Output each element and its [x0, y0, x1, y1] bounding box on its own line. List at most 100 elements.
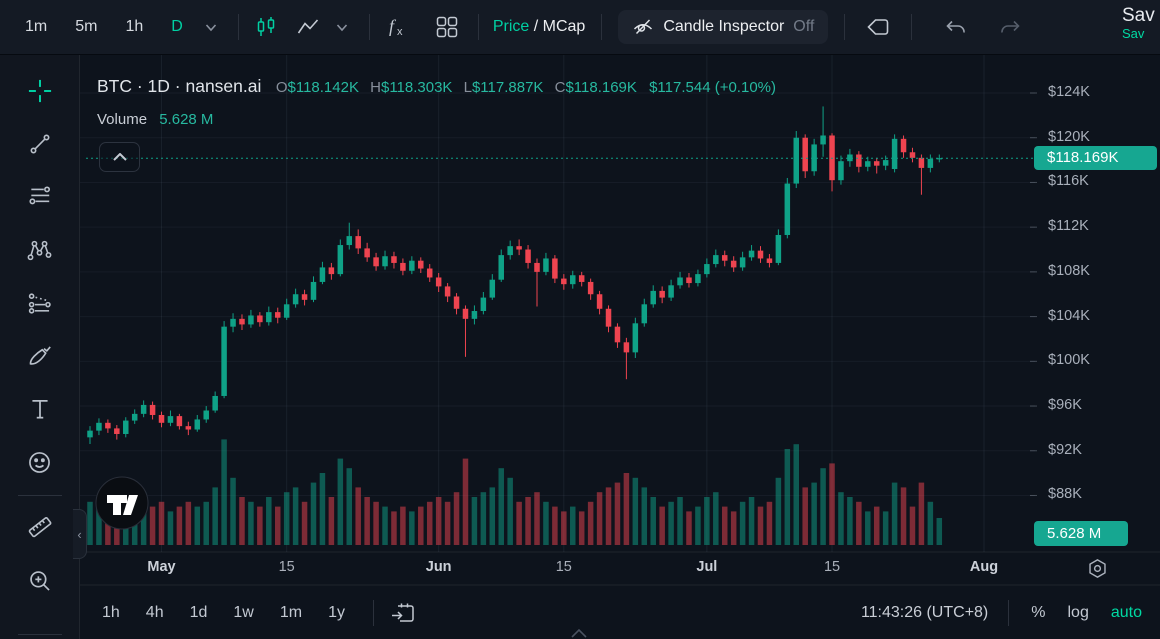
- candlestick-chart-type-icon[interactable]: [249, 10, 283, 44]
- candle-inspector-toggle[interactable]: Candle Inspector Off: [618, 10, 828, 44]
- toolbar-divider: [373, 600, 374, 626]
- volume-bar: [579, 511, 585, 545]
- volume-bar: [516, 502, 522, 545]
- volume-bar: [382, 507, 388, 545]
- interval-button-1h[interactable]: 1h: [114, 14, 154, 40]
- interval-button-5m[interactable]: 5m: [64, 14, 108, 40]
- chart-legend[interactable]: BTC · 1D · nansen.ai O$118.142K H$118.30…: [97, 76, 776, 97]
- volume-bar: [436, 497, 442, 545]
- candle-body: [874, 161, 880, 165]
- candle-body: [123, 421, 129, 434]
- range-button-1h[interactable]: 1h: [92, 600, 130, 626]
- volume-bar: [177, 507, 183, 545]
- candle-body: [695, 274, 701, 283]
- layout-grid-icon[interactable]: [430, 10, 464, 44]
- candle-body: [382, 256, 388, 266]
- candle-body: [481, 298, 487, 311]
- volume-bar: [364, 497, 370, 545]
- interval-group: 1m5m1hD: [8, 14, 194, 40]
- emoji-tool-icon[interactable]: [18, 440, 62, 484]
- sidebar-divider: [18, 634, 62, 635]
- candle-body: [820, 135, 826, 144]
- undo-icon[interactable]: [938, 10, 972, 44]
- crosshair-tool-icon[interactable]: [18, 69, 62, 113]
- projection-tool-icon[interactable]: [18, 281, 62, 325]
- volume-bar: [847, 497, 853, 545]
- interval-button-D[interactable]: D: [160, 14, 194, 40]
- volume-bar: [901, 487, 907, 545]
- indicators-fx-icon[interactable]: f x: [380, 10, 414, 44]
- volume-legend: Volume 5.628 M: [97, 111, 213, 128]
- sidebar-collapse-handle[interactable]: ‹: [73, 509, 87, 559]
- range-button-1y[interactable]: 1y: [318, 600, 355, 626]
- clock[interactable]: 11:43:26 (UTC+8): [861, 604, 988, 622]
- line-chart-type-icon[interactable]: [291, 10, 325, 44]
- tradingview-logo[interactable]: [95, 476, 149, 530]
- volume-bar: [659, 507, 665, 545]
- text-tool-icon[interactable]: [18, 387, 62, 431]
- candle-body: [454, 296, 460, 308]
- symbol-title[interactable]: BTC · 1D · nansen.ai: [97, 76, 261, 96]
- volume-bar: [498, 468, 504, 545]
- volume-bar: [195, 507, 201, 545]
- ruler-tool-icon[interactable]: [18, 505, 62, 549]
- candle-body: [588, 282, 594, 294]
- xabcd-pattern-tool-icon[interactable]: [18, 228, 62, 272]
- save-button[interactable]: Sav Sav: [1122, 5, 1160, 42]
- chart-type-chevron-down-icon[interactable]: [325, 10, 359, 44]
- interval-chevron-down-icon[interactable]: [194, 10, 228, 44]
- candle-body: [883, 160, 889, 166]
- candle-body: [498, 255, 504, 280]
- price-toggle-label[interactable]: Price: [493, 18, 529, 35]
- date-range-group: 1h4h1d1w 1m1y: [92, 600, 361, 626]
- candle-body: [159, 415, 165, 423]
- go-to-date-calendar-icon[interactable]: [386, 596, 420, 630]
- trend-line-tool-icon[interactable]: [18, 122, 62, 166]
- candle-body: [221, 327, 227, 396]
- candle-body: [275, 312, 281, 318]
- fib-retracement-tool-icon[interactable]: [18, 175, 62, 219]
- mcap-toggle-label[interactable]: MCap: [543, 18, 586, 35]
- price-axis-label: $100K: [1048, 352, 1090, 368]
- save-button-label[interactable]: Sav: [1122, 5, 1160, 27]
- candle-body: [391, 256, 397, 263]
- volume-bar: [802, 487, 808, 545]
- volume-bar: [650, 497, 656, 545]
- redo-icon[interactable]: [994, 10, 1028, 44]
- interval-button-1m[interactable]: 1m: [14, 14, 58, 40]
- volume-bar: [776, 478, 782, 545]
- candle-body: [525, 250, 531, 263]
- volume-bar: [338, 459, 344, 545]
- percent-scale-button[interactable]: %: [1031, 604, 1045, 622]
- brush-tool-icon[interactable]: [18, 334, 62, 378]
- volume-bar: [910, 507, 916, 545]
- volume-bar: [543, 502, 549, 545]
- candle-inspector-state: Off: [793, 18, 814, 36]
- tag-icon[interactable]: [861, 10, 895, 44]
- volume-bar: [695, 507, 701, 545]
- candle-body: [96, 423, 102, 431]
- svg-text:f: f: [389, 16, 397, 36]
- volume-bar: [785, 449, 791, 545]
- change-value: $117.544 (+0.10%): [649, 79, 776, 96]
- range-button-1d[interactable]: 1d: [180, 600, 218, 626]
- range-button-1w[interactable]: 1w: [223, 600, 263, 626]
- volume-bar: [561, 511, 567, 545]
- candle-body: [239, 319, 245, 325]
- axis-settings-icon[interactable]: [1086, 557, 1109, 580]
- volume-bar: [865, 511, 871, 545]
- candle-body: [445, 286, 451, 296]
- price-mcap-toggle[interactable]: Price / MCap: [493, 18, 586, 36]
- candle-body: [668, 285, 674, 297]
- collapse-pane-button[interactable]: [99, 142, 140, 172]
- candle-body: [561, 279, 567, 285]
- range-button-4h[interactable]: 4h: [136, 600, 174, 626]
- log-scale-button[interactable]: log: [1068, 604, 1089, 622]
- volume-bar: [293, 487, 299, 545]
- volume-bar: [767, 502, 773, 545]
- candle-body: [507, 246, 513, 255]
- auto-scale-button[interactable]: auto: [1111, 604, 1142, 622]
- svg-text:x: x: [397, 26, 403, 38]
- range-button-1m[interactable]: 1m: [270, 600, 312, 626]
- zoom-in-tool-icon[interactable]: [18, 558, 62, 602]
